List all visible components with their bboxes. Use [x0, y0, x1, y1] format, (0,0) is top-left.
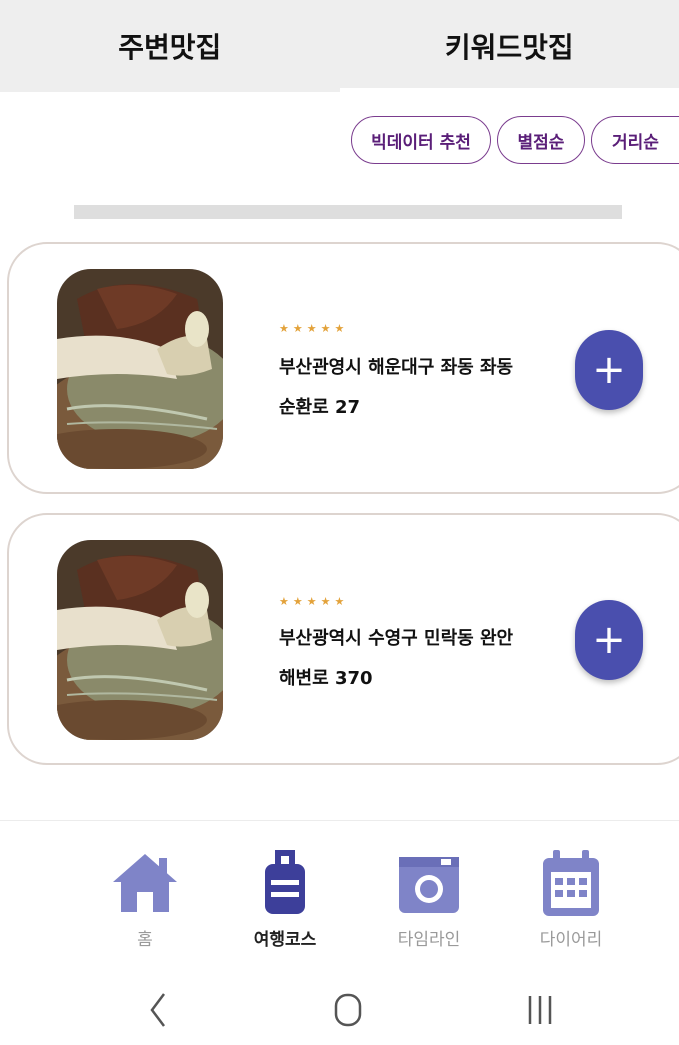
food-photo-icon: [57, 269, 223, 469]
add-to-course-button[interactable]: +: [575, 330, 643, 410]
nav-label: 다이어리: [539, 930, 603, 950]
rating-stars: ★★★★★: [279, 322, 349, 335]
filter-chip-group: 빅데이터 추천 별점순 거리순: [351, 116, 679, 164]
restaurant-address: 부산광역시 수영구 민락동 완안해변로 370: [279, 628, 514, 689]
camera-icon: [389, 843, 469, 923]
restaurant-address: 부산관영시 해운대구 좌동 좌동순환로 27: [279, 357, 514, 418]
luggage-icon: [245, 843, 325, 923]
nav-label: 여행코스: [253, 930, 317, 950]
nav-item-home[interactable]: 홈: [90, 843, 200, 950]
tab-keyword-restaurants[interactable]: 키워드맛집: [339, 0, 679, 92]
nav-item-diary[interactable]: 다이어리: [516, 843, 626, 950]
filter-bigdata-button[interactable]: 빅데이터 추천: [351, 116, 491, 164]
nav-label: 홈: [137, 930, 153, 950]
filter-distance-button[interactable]: 거리순: [591, 116, 679, 164]
recents-icon[interactable]: [510, 985, 570, 1035]
plus-icon: +: [592, 617, 626, 663]
nav-item-travel-course[interactable]: 여행코스: [230, 843, 340, 950]
add-to-course-button[interactable]: +: [575, 600, 643, 680]
tab-bar: 주변맛집 키워드맛집: [0, 0, 679, 92]
nav-label: 타임라인: [397, 930, 461, 950]
restaurant-thumbnail: [57, 540, 223, 740]
filter-rating-button[interactable]: 별점순: [497, 116, 585, 164]
nav-item-timeline[interactable]: 타임라인: [374, 843, 484, 950]
calendar-icon: [531, 843, 611, 923]
restaurant-card[interactable]: ★★★★★ 부산관영시 해운대구 좌동 좌동순환로 27 +: [7, 242, 679, 494]
rating-stars: ★★★★★: [279, 595, 349, 608]
search-placeholder-bar: [74, 205, 622, 219]
home-icon: [105, 843, 185, 923]
restaurant-thumbnail: [57, 269, 223, 469]
bottom-navigation: 홈 여행코스 타임라인 다이어리: [0, 820, 679, 965]
restaurant-card[interactable]: ★★★★★ 부산광역시 수영구 민락동 완안해변로 370 +: [7, 513, 679, 765]
home-button-icon[interactable]: [318, 985, 378, 1035]
back-icon[interactable]: [128, 985, 188, 1035]
tab-nearby-restaurants[interactable]: 주변맛집: [0, 0, 340, 92]
active-tab-indicator: [340, 88, 679, 93]
system-navigation-bar: [0, 975, 679, 1045]
food-photo-icon: [57, 540, 223, 740]
plus-icon: +: [592, 347, 626, 393]
